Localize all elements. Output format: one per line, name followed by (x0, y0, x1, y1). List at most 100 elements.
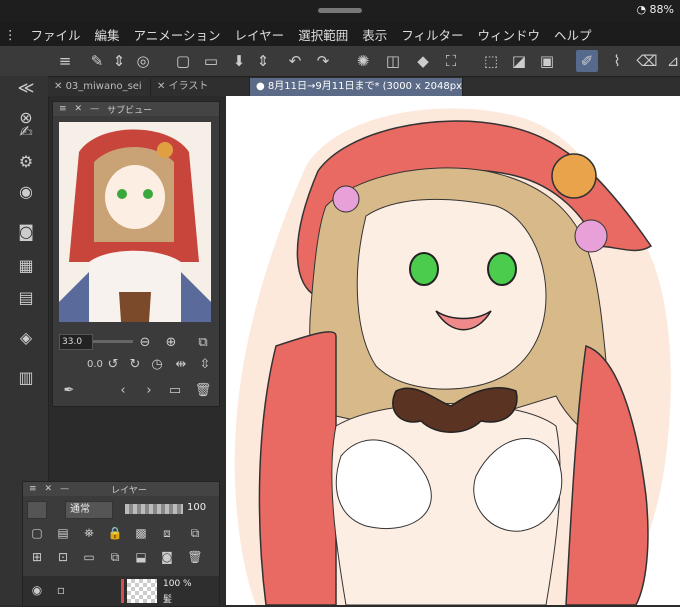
film-icon[interactable]: ▤ (15, 286, 37, 308)
layer-header: ≡ ✕ — レイヤー (23, 482, 219, 496)
layer-visibility-icon[interactable]: ▢ (29, 525, 45, 541)
fit-icon[interactable]: ⧉ (195, 334, 211, 350)
deselect-icon[interactable]: ⬚ (480, 50, 502, 72)
merge-layer-icon[interactable]: ⬓ (133, 549, 149, 565)
copy-layer-icon[interactable]: ⧉ (107, 549, 123, 565)
tab-miwano[interactable]: ✕ 03_miwano_sei (48, 78, 151, 96)
edit-icon[interactable]: ✎ (86, 50, 108, 72)
redo-icon[interactable]: ↷ (312, 50, 334, 72)
mask-icon[interactable]: ⧈ (159, 525, 175, 541)
reset-rotation-icon[interactable]: ◷ (149, 356, 165, 372)
ruler-icon[interactable]: ⊿ (662, 50, 680, 72)
brush-icon[interactable]: ⌇ (606, 50, 628, 72)
fill-icon[interactable]: ◆ (412, 50, 434, 72)
stepper-icon-2[interactable]: ⇕ (252, 50, 274, 72)
timeline-icon[interactable]: ▥ (15, 366, 37, 388)
menu-layer[interactable]: レイヤー (228, 25, 292, 44)
layer-tools-row-1: ▢ ▤ ⛯ 🔒 ▩ ⧈ ⧉ (23, 522, 219, 544)
menu-icon[interactable]: ≡ (54, 50, 76, 72)
eye-icon[interactable]: ◉ (29, 582, 45, 598)
folder-icon[interactable]: ▭ (167, 382, 183, 398)
invert-selection-icon[interactable]: ◪ (508, 50, 530, 72)
rotate-right-icon[interactable]: ↻ (127, 356, 143, 372)
layer-row[interactable]: ◉ ▫ 100 % 髪 (23, 576, 219, 606)
window-grabber[interactable] (318, 8, 362, 13)
tab-illust[interactable]: ✕ イラスト (151, 78, 250, 96)
blend-mode-value: 通常 (70, 504, 90, 515)
opacity-slider[interactable] (125, 504, 183, 514)
subview-image[interactable] (59, 122, 211, 322)
menu-selection[interactable]: 選択範囲 (291, 25, 355, 44)
rotate-left-icon[interactable]: ↺ (105, 356, 121, 372)
tab-label: イラスト (168, 81, 209, 92)
layer-lock-icon[interactable]: ▫ (53, 582, 69, 598)
menu-edit[interactable]: 編集 (88, 25, 127, 44)
new-folder-icon[interactable]: ▭ (81, 549, 97, 565)
undo-icon[interactable]: ↶ (284, 50, 306, 72)
menu-window[interactable]: ウィンドウ (470, 25, 547, 44)
layer-color-icon[interactable] (27, 501, 47, 519)
new-file-icon[interactable]: ▢ (172, 50, 194, 72)
open-icon[interactable]: ▭ (200, 50, 222, 72)
menu-bar: ⋮ ファイル 編集 アニメーション レイヤー 選択範囲 表示 フィルター ウィン… (0, 22, 680, 46)
zoom-out-icon[interactable]: ⊖ (137, 334, 153, 350)
menu-view[interactable]: 表示 (355, 25, 394, 44)
panel-menu-icon[interactable]: ≡ (59, 104, 67, 114)
minimize-icon[interactable]: — (60, 484, 69, 494)
next-icon[interactable]: › (141, 382, 157, 398)
save-icon[interactable]: ⬇ (228, 50, 250, 72)
menu-animation[interactable]: アニメーション (127, 25, 228, 44)
loading-icon[interactable]: ✺ (352, 50, 374, 72)
tab-label: 03_miwano_sei (65, 81, 142, 92)
previous-icon[interactable]: ‹ (115, 382, 131, 398)
menu-filter[interactable]: フィルター (394, 25, 470, 44)
zoom-slider[interactable] (93, 340, 133, 343)
flip-horizontal-icon[interactable]: ⇹ (173, 356, 189, 372)
subview-header: ≡ ✕ — サブビュー (53, 102, 219, 116)
stepper-icon[interactable]: ⇕ (108, 50, 130, 72)
clear-icon[interactable]: ◫ (382, 50, 404, 72)
layer-opacity: 100 % (163, 579, 192, 589)
layer-title: レイヤー (111, 485, 147, 496)
zoom-field[interactable]: 33.0 (59, 334, 93, 350)
new-raster-layer-icon[interactable]: ⊞ (29, 549, 45, 565)
trash-icon[interactable]: 🗑 (195, 382, 212, 398)
color-set-icon[interactable]: ▦ (15, 254, 37, 276)
panel-menu-icon[interactable]: ≡ (29, 484, 37, 494)
pen-list-icon[interactable]: ✍ (15, 120, 37, 142)
lock-transparency-icon[interactable]: ▩ (133, 525, 149, 541)
clip-icon[interactable]: ▤ (55, 525, 71, 541)
transform-icon[interactable]: ⛶ (440, 50, 462, 72)
companion-icon[interactable]: ◎ (132, 50, 154, 72)
canvas[interactable] (226, 96, 680, 605)
minimize-icon[interactable]: — (90, 104, 99, 114)
reference-icon[interactable]: ⛯ (81, 525, 97, 541)
selection-area-icon[interactable]: ▣ (536, 50, 558, 72)
pen-target-icon[interactable]: ◉ (15, 180, 37, 202)
menu-grid-icon[interactable]: ⋮ (0, 27, 24, 42)
pen-icon[interactable]: ✐ (576, 50, 598, 72)
zoom-in-icon[interactable]: ⊕ (163, 334, 179, 350)
collapse-icon[interactable]: ≪ (15, 76, 37, 98)
document-tabs: ✕ 03_miwano_sei ✕ イラスト ● 8月11日→9月11日まで* … (48, 78, 680, 96)
color-circle-icon[interactable]: ◙ (15, 220, 37, 242)
blend-mode-select[interactable]: 通常 (65, 501, 113, 519)
artwork (234, 108, 671, 605)
wifi-icon: ◔ (636, 3, 647, 16)
close-icon[interactable]: ✕ (75, 104, 83, 114)
new-vector-layer-icon[interactable]: ⊡ (55, 549, 71, 565)
delete-layer-icon[interactable]: 🗑 (187, 549, 203, 565)
tab-current[interactable]: ● 8月11日→9月11日まで* (3000 x 2048px 350dpi 6… (250, 78, 463, 96)
mask-apply-icon[interactable]: ⧉ (187, 525, 203, 541)
lock-icon[interactable]: 🔒 (107, 525, 123, 541)
flip-vertical-icon[interactable]: ⇳ (197, 356, 213, 372)
eraser-icon[interactable]: ⌫ (636, 50, 658, 72)
menu-help[interactable]: ヘルプ (547, 25, 599, 44)
rotation-value: 0.0 (87, 359, 103, 370)
layers-settings-icon[interactable]: ◈ (15, 326, 37, 348)
close-icon[interactable]: ✕ (45, 484, 53, 494)
pen-settings-icon[interactable]: ⚙ (15, 150, 37, 172)
eyedropper-icon[interactable]: ✒ (61, 382, 77, 398)
layer-mask-icon[interactable]: ◙ (159, 549, 175, 565)
menu-file[interactable]: ファイル (24, 25, 88, 44)
